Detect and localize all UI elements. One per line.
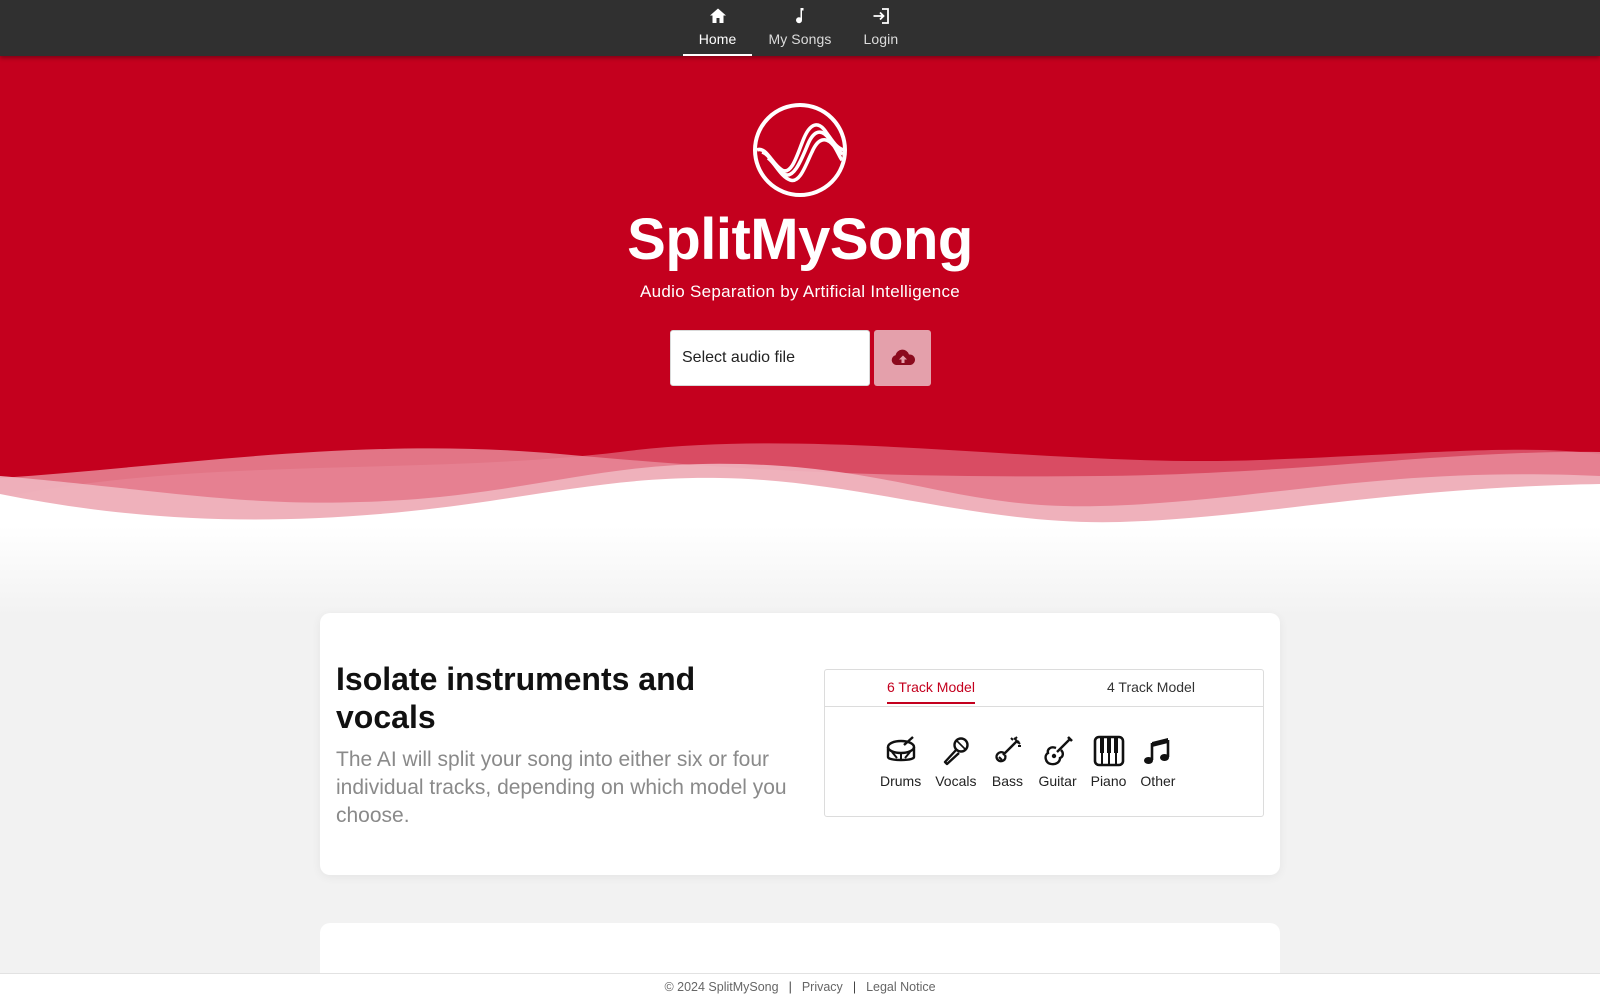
instrument-piano: Piano [1090, 734, 1127, 789]
feature-description: The AI will split your song into either … [336, 748, 787, 827]
cloud-upload-icon [891, 349, 915, 365]
instrument-bass: Bass [990, 734, 1024, 789]
instrument-other: Other [1140, 734, 1175, 789]
bass-guitar-icon [995, 736, 1022, 763]
footer-separator: | [788, 980, 792, 994]
nav-label-my-songs: My Songs [768, 31, 832, 47]
hero-section: SplitMySong Audio Separation by Artifici… [0, 56, 1600, 526]
instrument-drums: Drums [880, 734, 921, 789]
home-icon [709, 8, 726, 23]
hero-wave-decoration [0, 443, 1600, 526]
instrument-label: Bass [991, 773, 1024, 789]
tab-6-track-model[interactable]: 6 Track Model [887, 679, 975, 704]
footer-legal-link[interactable]: Legal Notice [866, 980, 936, 994]
instrument-label: Other [1140, 773, 1176, 789]
microphone-icon [943, 737, 969, 766]
instrument-guitar: Guitar [1038, 734, 1077, 789]
music-note-icon [795, 8, 804, 24]
model-tabs: 6 Track Model 4 Track Model [825, 670, 1263, 707]
select-audio-file-input[interactable]: Select audio file [670, 330, 870, 386]
brand-title: SplitMySong [627, 207, 973, 272]
footer: © 2024 SplitMySong | Privacy | Legal Not… [0, 973, 1600, 1000]
nav-item-my-songs[interactable]: My Songs [752, 0, 847, 56]
tab-4-track-model[interactable]: 4 Track Model [1107, 679, 1195, 702]
upload-button[interactable] [874, 330, 931, 386]
piano-icon [1093, 735, 1124, 767]
instrument-label: Piano [1090, 773, 1127, 789]
guitar-icon [1043, 736, 1073, 766]
waveform-logo-icon [753, 103, 847, 197]
instrument-label: Guitar [1038, 773, 1077, 789]
upload-form: Select audio file [670, 330, 931, 386]
instrument-vocals: Vocals [935, 734, 976, 789]
file-input-label: Select audio file [682, 349, 795, 366]
brand-tagline: Audio Separation by Artificial Intellige… [639, 282, 961, 301]
instrument-label: Drums [880, 773, 922, 789]
music-notes-icon [1143, 738, 1170, 764]
nav-items: Home My Songs Login [682, 0, 915, 56]
nav-label-home: Home [698, 31, 737, 47]
instrument-list: Drums Vocals Bass Guitar Piano Other [880, 734, 1189, 789]
top-nav: Home My Songs Login [0, 0, 1600, 56]
nav-item-login[interactable]: Login [848, 0, 915, 56]
section-divider [0, 526, 1600, 616]
login-icon [873, 8, 889, 24]
drum-icon [886, 736, 915, 762]
feature-heading: Isolate instruments and vocals [336, 661, 696, 735]
feature-card: Isolate instruments and vocals The AI wi… [320, 613, 1280, 875]
footer-privacy-link[interactable]: Privacy [802, 980, 843, 994]
footer-copyright: © 2024 SplitMySong [664, 980, 779, 994]
nav-label-login: Login [863, 31, 899, 47]
footer-separator: | [852, 980, 857, 994]
instrument-label: Vocals [935, 773, 977, 789]
nav-item-home[interactable]: Home [682, 0, 753, 56]
model-selector: 6 Track Model 4 Track Model Drums Vocals… [824, 669, 1264, 817]
